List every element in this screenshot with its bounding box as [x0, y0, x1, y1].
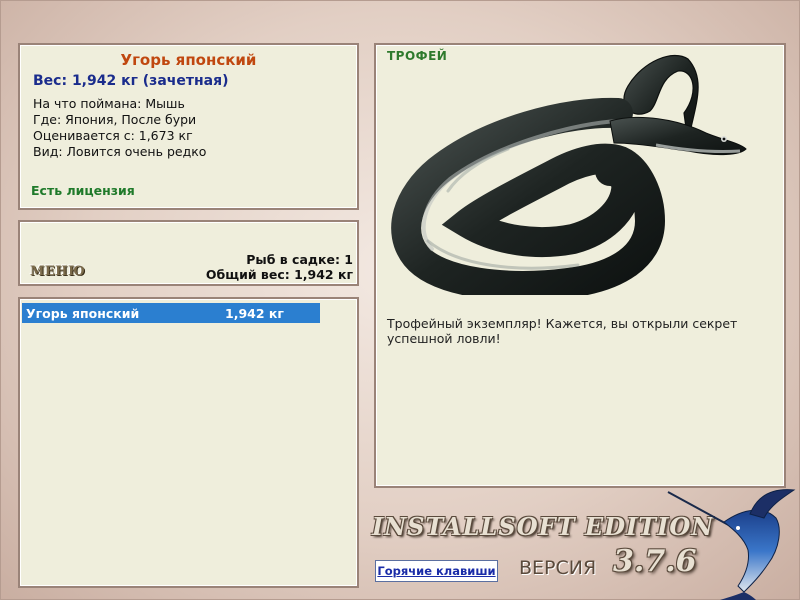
edition-logo-text: INSTALLSOFT EDITION — [372, 512, 715, 541]
trophy-message: Трофейный экземпляр! Кажется, вы открыли… — [387, 316, 738, 346]
cage-summary-panel: МЕНЮ Рыб в садке: 1 Общий вес: 1,942 кг — [18, 220, 359, 286]
version-label: ВЕРСИЯ — [519, 557, 597, 579]
cage-count: Рыб в садке: 1 — [246, 252, 353, 267]
catch-list-panel: Угорь японский 1,942 кг — [18, 297, 359, 588]
list-item-weight: 1,942 кг — [225, 306, 284, 321]
fish-weight: Вес: 1,942 кг (зачетная) — [33, 73, 229, 89]
trophy-label: ТРОФЕЙ — [387, 49, 448, 63]
hotkeys-button[interactable]: Горячие клавиши — [375, 560, 498, 582]
marlin-logo — [667, 489, 796, 600]
fish-info-panel: Угорь японский Вес: 1,942 кг (зачетная) … — [18, 43, 359, 210]
eel-image — [391, 54, 747, 295]
fish-value: Оценивается с: 1,673 кг — [33, 128, 193, 143]
menu-button[interactable]: МЕНЮ — [30, 264, 85, 279]
fish-bait: На что поймана: Мышь — [33, 96, 185, 111]
list-item-name: Угорь японский — [26, 306, 140, 321]
fish-rarity: Вид: Ловится очень редко — [33, 144, 207, 159]
fish-title: Угорь японский — [120, 51, 257, 69]
cage-total-weight: Общий вес: 1,942 кг — [205, 267, 353, 282]
fish-place: Где: Япония, После бури — [33, 112, 197, 127]
trophy-panel: ТРОФЕЙ Трофейный экземпляр! Кажется, вы … — [374, 43, 786, 488]
license-status: Есть лицензия — [31, 183, 135, 198]
list-item[interactable]: Угорь японский 1,942 кг — [22, 303, 320, 323]
